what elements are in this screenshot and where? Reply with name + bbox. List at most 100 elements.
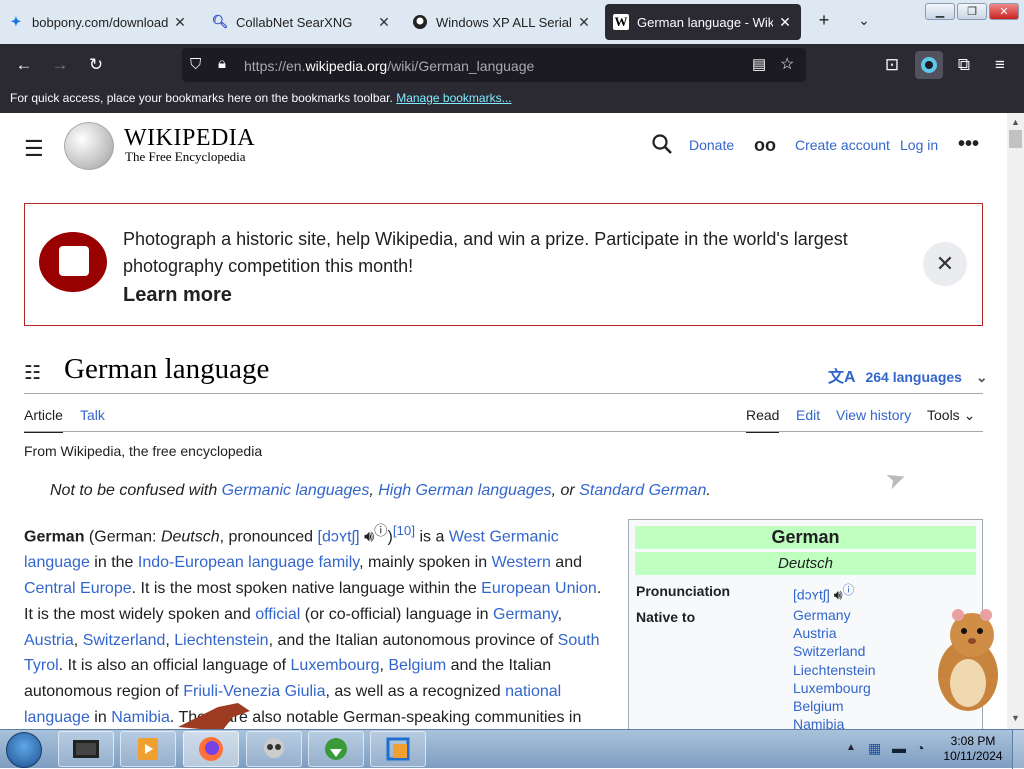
extensions-puzzle-icon[interactable]: ⧉ <box>952 53 976 77</box>
tray-display-icon[interactable]: ▬ <box>892 740 906 756</box>
scroll-down-icon[interactable]: ▼ <box>1011 713 1020 723</box>
lock-icon[interactable]: 🔒︎ <box>218 55 226 72</box>
vertical-scrollbar[interactable]: ▲ ▼ <box>1007 113 1024 729</box>
wikipedia-wordmark[interactable]: WIKIPEDIA <box>124 125 255 152</box>
url-text[interactable]: https://en.wikipedia.org/wiki/German_lan… <box>244 58 534 74</box>
system-clock[interactable]: 3:08 PM 10/11/2024 <box>938 734 1008 764</box>
clock-date: 10/11/2024 <box>943 749 1003 763</box>
maximize-button[interactable]: ❐ <box>957 3 987 20</box>
country-link[interactable]: Germany <box>793 606 876 624</box>
translate-icon: 文A <box>828 369 856 386</box>
speaker-icon[interactable]: 🔊︎ <box>834 587 843 603</box>
tab-edit[interactable]: Edit <box>796 407 820 423</box>
tray-network-icon[interactable]: ▦ <box>868 740 881 757</box>
download-manager-icon[interactable] <box>308 731 364 767</box>
page-title: German language <box>64 353 270 385</box>
tab-bobpony[interactable]: ✦ bobpony.com/downloads/ ✕ <box>0 4 196 40</box>
minimize-button[interactable]: ▁ <box>925 3 955 20</box>
virtualbox-icon[interactable] <box>370 731 426 767</box>
forward-arrow-icon[interactable]: → <box>48 53 72 77</box>
url-domain: wikipedia.org <box>305 58 388 74</box>
hamster-mascot-icon[interactable] <box>920 603 1006 713</box>
article-body: German (German: Deutsch, pronounced [dɔʏ… <box>24 523 602 726</box>
firefox-icon[interactable] <box>183 731 239 767</box>
main-menu-icon[interactable]: ☰ <box>24 136 44 162</box>
country-link[interactable]: Belgium <box>793 697 876 715</box>
manage-bookmarks-link[interactable]: Manage bookmarks... <box>396 91 511 105</box>
shield-icon[interactable]: ⛉ <box>190 56 201 73</box>
close-tab-icon[interactable]: ✕ <box>172 14 188 31</box>
reload-icon[interactable]: ↻ <box>84 53 108 77</box>
paper-plane-icon: ➤ <box>881 463 911 496</box>
tab-article[interactable]: Article <box>24 407 63 433</box>
tab-github[interactable]: Windows XP ALL Serial Key ✕ <box>404 4 600 40</box>
bird-mascot-icon[interactable] <box>178 701 258 729</box>
tab-title: Windows XP ALL Serial Key <box>436 14 572 30</box>
tab-list-chevron-icon[interactable]: ⌄ <box>852 12 876 29</box>
infobox-native-name: Deutsch <box>635 552 976 575</box>
tools-dropdown[interactable]: Tools ⌄ <box>927 407 975 424</box>
country-link[interactable]: Austria <box>793 624 876 642</box>
bookmark-star-icon[interactable]: ☆ <box>780 54 794 74</box>
windows-taskbar: ▲ ▦ ▬ ◔ 3:08 PM 10/11/2024 <box>0 729 1024 769</box>
tab-read[interactable]: Read <box>746 407 780 433</box>
speaker-icon[interactable]: 🔊︎ <box>364 528 374 545</box>
close-window-button[interactable]: ✕ <box>989 3 1019 20</box>
extension-icon[interactable] <box>915 51 943 79</box>
site-subtitle: From Wikipedia, the free encyclopedia <box>24 443 263 459</box>
close-tab-icon[interactable]: ✕ <box>376 14 392 31</box>
close-tab-icon[interactable]: ✕ <box>777 14 793 31</box>
appearance-glasses-icon[interactable]: oo <box>754 135 776 156</box>
pronunciation-link[interactable]: [dɔʏtʃ] <box>793 587 830 603</box>
wikipedia-icon: W <box>613 14 629 30</box>
menu-hamburger-icon[interactable]: ≡ <box>988 53 1012 77</box>
scrollbar-thumb[interactable] <box>1009 130 1022 148</box>
login-link[interactable]: Log in <box>900 137 938 153</box>
infobox-title: German <box>635 526 976 549</box>
country-link[interactable]: Namibia <box>793 715 876 729</box>
toc-list-icon[interactable]: ☷ <box>24 362 41 385</box>
languages-button[interactable]: 文A 264 languages ⌄ <box>828 363 988 387</box>
close-tab-icon[interactable]: ✕ <box>576 14 592 31</box>
hatnote-prefix: Not to be confused with <box>50 482 218 499</box>
hatnote-link[interactable]: Standard German <box>579 482 706 499</box>
tab-searxng[interactable]: 🔍︎ CollabNet SearXNG ✕ <box>204 4 400 40</box>
hatnote-or: or <box>560 482 575 499</box>
media-player-icon[interactable] <box>120 731 176 767</box>
tray-volume-icon[interactable]: ◔ <box>916 740 924 756</box>
donate-link[interactable]: Donate <box>689 137 734 153</box>
search-icon[interactable] <box>652 134 672 160</box>
more-options-icon[interactable]: ••• <box>958 133 979 156</box>
infobox-label: Pronunciation <box>636 583 731 599</box>
country-link[interactable]: Switzerland <box>793 642 876 660</box>
tab-view-history[interactable]: View history <box>836 407 911 423</box>
github-icon <box>412 14 428 30</box>
close-banner-icon[interactable]: ✕ <box>923 242 967 286</box>
skull-app-icon[interactable] <box>246 731 302 767</box>
url-bar[interactable]: ⛉ 🔒︎ https://en.wikipedia.org/wiki/Germa… <box>182 48 806 82</box>
tab-talk[interactable]: Talk <box>80 407 105 423</box>
start-orb-icon[interactable] <box>6 732 42 768</box>
country-link[interactable]: Liechtenstein <box>793 661 876 679</box>
new-tab-icon[interactable]: + <box>812 10 836 31</box>
show-desktop-button[interactable] <box>1012 730 1024 769</box>
tray-expand-icon[interactable]: ▲ <box>846 742 856 753</box>
scroll-up-icon[interactable]: ▲ <box>1011 117 1020 127</box>
title-divider <box>24 393 983 394</box>
reader-view-icon[interactable]: ▤ <box>752 55 766 73</box>
wikipedia-logo-icon[interactable] <box>64 122 114 170</box>
hatnote-link[interactable]: Germanic languages <box>222 482 370 499</box>
campaign-banner: Photograph a historic site, help Wikiped… <box>24 203 983 326</box>
country-link[interactable]: Luxembourg <box>793 679 876 697</box>
tabs-divider <box>24 431 983 432</box>
tab-title: bobpony.com/downloads/ <box>32 14 168 30</box>
hatnote-link[interactable]: High German languages <box>378 482 551 499</box>
create-account-link[interactable]: Create account <box>795 137 890 153</box>
tab-wikipedia[interactable]: W German language - Wikipe ✕ <box>605 4 801 40</box>
hatnote: Not to be confused with Germanic languag… <box>50 482 711 499</box>
learn-more-link[interactable]: Learn more <box>123 284 232 307</box>
back-arrow-icon[interactable]: ← <box>12 53 36 77</box>
pocket-icon[interactable]: ⊡ <box>880 53 904 77</box>
taskbar-app-icon[interactable] <box>58 731 114 767</box>
search-icon: 🔍︎ <box>211 14 229 29</box>
